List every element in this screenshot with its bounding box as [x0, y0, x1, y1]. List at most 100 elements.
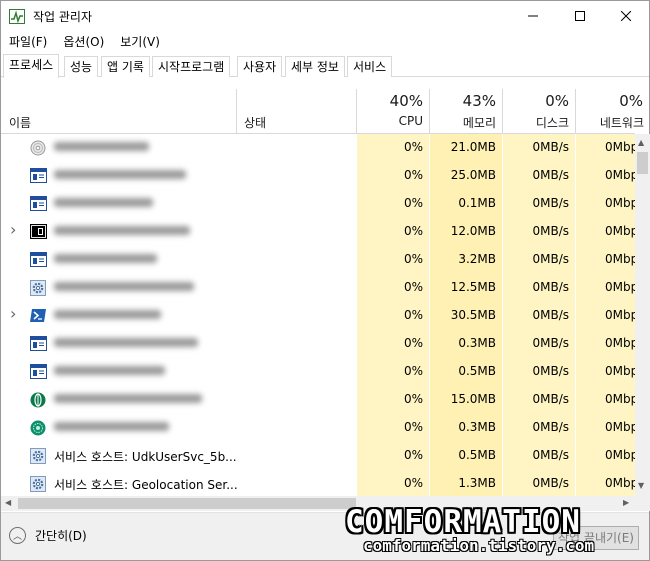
cpu-value: 0%: [403, 280, 423, 294]
menu-options[interactable]: 옵션(O): [55, 32, 112, 52]
vertical-scrollbar[interactable]: ▲ ▼: [635, 134, 650, 496]
horizontal-scrollbar[interactable]: ◀ ▶: [1, 496, 635, 511]
disk-value: 0MB/s: [532, 252, 569, 266]
column-disk[interactable]: 0% 디스크: [502, 89, 575, 133]
network-label: 네트워크: [599, 116, 644, 130]
fewer-details-label: 간단히(D): [35, 529, 87, 543]
end-task-button[interactable]: 작업 끝내기(E): [553, 526, 639, 550]
redacted-name: [54, 422, 169, 431]
powershell-icon: [30, 308, 47, 324]
maximize-button[interactable]: [557, 1, 603, 31]
chevron-right-icon[interactable]: ›: [10, 220, 20, 239]
disk-value: 0MB/s: [532, 224, 569, 238]
menu-view[interactable]: 보기(V): [112, 32, 168, 52]
cpu-value: 0%: [403, 224, 423, 238]
app-window-icon: [30, 336, 47, 352]
disk-value: 0MB/s: [532, 196, 569, 210]
column-network[interactable]: 0% 네트워크: [575, 89, 644, 133]
task-manager-window: 작업 관리자 파일(F) 옵션(O) 보기(V) 프로세스 성능 앱 기록 시작…: [0, 0, 650, 561]
column-cpu[interactable]: 40% CPU: [356, 89, 429, 133]
redacted-name: [54, 310, 161, 319]
table-row[interactable]: › 0% 12.0MB 0MB/s 0Mbps: [1, 218, 635, 246]
cpu-value: 0%: [403, 476, 423, 490]
table-row[interactable]: 서비스 호스트: UdkUserSvc_5b... 0% 0.5MB 0MB/s 0Mb…: [1, 442, 635, 470]
process-name: [54, 140, 149, 154]
table-row[interactable]: 0% 0.3MB 0MB/s 0Mbps: [1, 330, 635, 358]
table-row[interactable]: 0% 21.0MB 0MB/s 0Mbps: [1, 134, 635, 162]
table-row[interactable]: 0% 0.3MB 0MB/s 0Mbps: [1, 414, 635, 442]
app-window-icon: [30, 364, 47, 380]
table-row[interactable]: 0% 0.1MB 0MB/s 0Mbps: [1, 190, 635, 218]
process-name: [54, 168, 186, 182]
table-row[interactable]: 0% 0.5MB 0MB/s 0Mbps: [1, 358, 635, 386]
cpu-value: 0%: [403, 448, 423, 462]
network-value: 0Mbps: [605, 224, 635, 238]
network-value: 0Mbps: [605, 448, 635, 462]
redacted-name: [54, 338, 198, 347]
network-value: 0Mbps: [605, 476, 635, 490]
table-row[interactable]: 0% 25.0MB 0MB/s 0Mbps: [1, 162, 635, 190]
vertical-scroll-thumb[interactable]: [637, 152, 648, 174]
network-value: 0Mbps: [605, 252, 635, 266]
table-row[interactable]: › 0% 30.5MB 0MB/s 0Mbps: [1, 302, 635, 330]
process-name: [54, 336, 198, 350]
tab-services[interactable]: 서비스: [347, 56, 393, 77]
cpu-value: 0%: [403, 392, 423, 406]
green-orb-icon: [30, 392, 47, 408]
tab-details[interactable]: 세부 정보: [285, 56, 345, 77]
menu-bar: 파일(F) 옵션(O) 보기(V): [1, 32, 168, 52]
fewer-details-button[interactable]: ︿ 간단히(D): [9, 527, 87, 544]
scroll-down-icon[interactable]: ▼: [638, 481, 644, 490]
scroll-left-icon[interactable]: ◀: [5, 498, 11, 507]
tab-performance[interactable]: 성능: [64, 56, 99, 77]
redacted-name: [54, 282, 194, 291]
column-header: 이름 상태 40% CPU 43% 메모리 0% 디스크 0% 네트워크: [1, 89, 644, 134]
table-row[interactable]: 0% 3.2MB 0MB/s 0Mbps: [1, 246, 635, 274]
minimize-button[interactable]: [510, 1, 556, 31]
app-window-icon: [30, 168, 47, 184]
memory-value: 1.3MB: [458, 476, 496, 490]
column-status: 상태: [244, 116, 267, 130]
disk-value: 0MB/s: [532, 280, 569, 294]
column-memory[interactable]: 43% 메모리: [429, 89, 502, 133]
disk-value: 0MB/s: [532, 420, 569, 434]
title-bar[interactable]: 작업 관리자: [1, 1, 649, 31]
app-window-icon: [30, 252, 47, 268]
process-name: [54, 280, 194, 294]
disk-value: 0MB/s: [532, 308, 569, 322]
tab-startup[interactable]: 시작프로그램: [152, 56, 231, 77]
scroll-right-icon[interactable]: ▶: [623, 498, 629, 507]
process-name: [54, 196, 153, 210]
table-row[interactable]: 서비스 호스트: Geolocation Ser... 0% 1.3MB 0MB/s 0…: [1, 470, 635, 496]
chevron-right-icon[interactable]: ›: [10, 304, 20, 323]
green-globe-icon: [30, 420, 47, 436]
tab-processes[interactable]: 프로세스: [3, 54, 60, 78]
tab-users[interactable]: 사용자: [237, 56, 283, 77]
memory-value: 0.5MB: [458, 364, 496, 378]
network-total: 0%: [619, 92, 643, 110]
redacted-name: [54, 198, 153, 207]
memory-total: 43%: [462, 92, 496, 110]
memory-label: 메모리: [462, 116, 496, 130]
disk-value: 0MB/s: [532, 448, 569, 462]
memory-value: 30.5MB: [450, 308, 496, 322]
scroll-up-icon[interactable]: ▲: [638, 138, 644, 147]
app-window-icon: [30, 196, 47, 212]
menu-file[interactable]: 파일(F): [1, 32, 55, 52]
network-value: 0Mbps: [605, 336, 635, 350]
redacted-name: [54, 254, 157, 263]
process-name: [54, 364, 165, 378]
horizontal-scroll-thumb[interactable]: [18, 498, 356, 509]
column-status-header[interactable]: 상태: [236, 89, 356, 133]
column-name[interactable]: 이름: [9, 114, 31, 131]
close-button[interactable]: [603, 1, 649, 31]
memory-value: 15.0MB: [450, 392, 496, 406]
cpu-value: 0%: [403, 420, 423, 434]
memory-value: 12.5MB: [450, 280, 496, 294]
redacted-name: [54, 142, 149, 151]
tab-app-history[interactable]: 앱 기록: [101, 56, 150, 77]
memory-value: 25.0MB: [450, 168, 496, 182]
table-row[interactable]: 0% 12.5MB 0MB/s 0Mbps: [1, 274, 635, 302]
memory-value: 21.0MB: [450, 140, 496, 154]
table-row[interactable]: 0% 15.0MB 0MB/s 0Mbps: [1, 386, 635, 414]
